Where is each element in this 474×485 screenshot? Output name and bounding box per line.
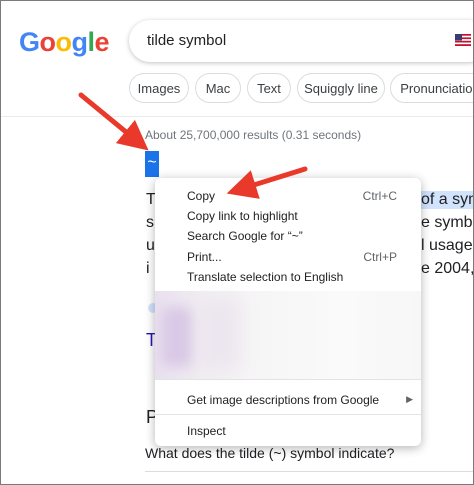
logo-letter: g: [71, 27, 89, 57]
menu-separator: [155, 414, 421, 415]
snippet-char: i: [146, 260, 150, 277]
menu-separator: [155, 379, 421, 380]
menu-item-inspect[interactable]: Inspect: [155, 421, 421, 441]
search-box[interactable]: tilde symbol: [129, 20, 473, 62]
google-logo[interactable]: Google: [19, 27, 110, 58]
annotation-arrow-icon: [226, 166, 308, 199]
context-menu: Copy Ctrl+C Copy link to highlight Searc…: [155, 178, 421, 446]
menu-item-label: Copy link to highlight: [187, 209, 298, 223]
paa-divider: [145, 471, 473, 472]
logo-letter: e: [94, 27, 110, 57]
blurred-extension-items: [155, 291, 421, 379]
menu-item-image-descriptions[interactable]: Get image descriptions from Google ▶: [155, 390, 421, 410]
submenu-arrow-icon: ▶: [406, 394, 413, 404]
menu-item-label: Search Google for “~”: [187, 229, 303, 243]
menu-item-translate[interactable]: Translate selection to English: [155, 267, 421, 287]
menu-item-shortcut: Ctrl+P: [363, 250, 397, 264]
logo-letter: G: [19, 27, 40, 57]
snippet-line-right: e symbo: [421, 214, 473, 231]
chip-mac[interactable]: Mac: [195, 73, 241, 103]
menu-item-label: Inspect: [187, 424, 226, 438]
chip-text[interactable]: Text: [247, 73, 291, 103]
menu-item-label: Print...: [187, 250, 222, 264]
snippet-line-right: of a sym: [421, 191, 473, 209]
chip-squiggly-line[interactable]: Squiggly line: [297, 73, 385, 103]
snippet-line-right: l usage: [421, 237, 473, 254]
logo-letter: o: [39, 27, 57, 57]
header-divider: [1, 116, 473, 117]
logo-letter: o: [55, 27, 73, 57]
people-also-ask-question[interactable]: What does the tilde (~) symbol indicate?: [145, 445, 394, 461]
blur-shape: [199, 299, 239, 369]
annotation-arrow-icon: [78, 92, 149, 151]
menu-item-label: Get image descriptions from Google: [187, 393, 380, 407]
result-stats: About 25,700,000 results (0.31 seconds): [145, 128, 362, 142]
logo-letter: l: [87, 27, 96, 57]
menu-item-print[interactable]: Print... Ctrl+P: [155, 247, 421, 267]
us-flag-icon[interactable]: [455, 34, 471, 46]
chip-pronunciation[interactable]: Pronunciation: [390, 73, 473, 103]
blur-shape: [161, 307, 193, 367]
snippet-char: u: [146, 237, 155, 254]
menu-item-label: Translate selection to English: [187, 270, 344, 284]
browser-viewport: Google tilde symbol Images Mac Text Squi…: [0, 0, 474, 485]
snippet-line-right: e 2004,: [421, 260, 474, 277]
menu-item-search-google[interactable]: Search Google for “~”: [155, 226, 421, 246]
menu-item-shortcut: Ctrl+C: [362, 189, 397, 203]
menu-item-copy-link[interactable]: Copy link to highlight: [155, 206, 421, 226]
search-input[interactable]: tilde symbol: [147, 32, 226, 49]
snippet-char: s: [146, 214, 154, 231]
menu-item-label: Copy: [187, 189, 216, 203]
